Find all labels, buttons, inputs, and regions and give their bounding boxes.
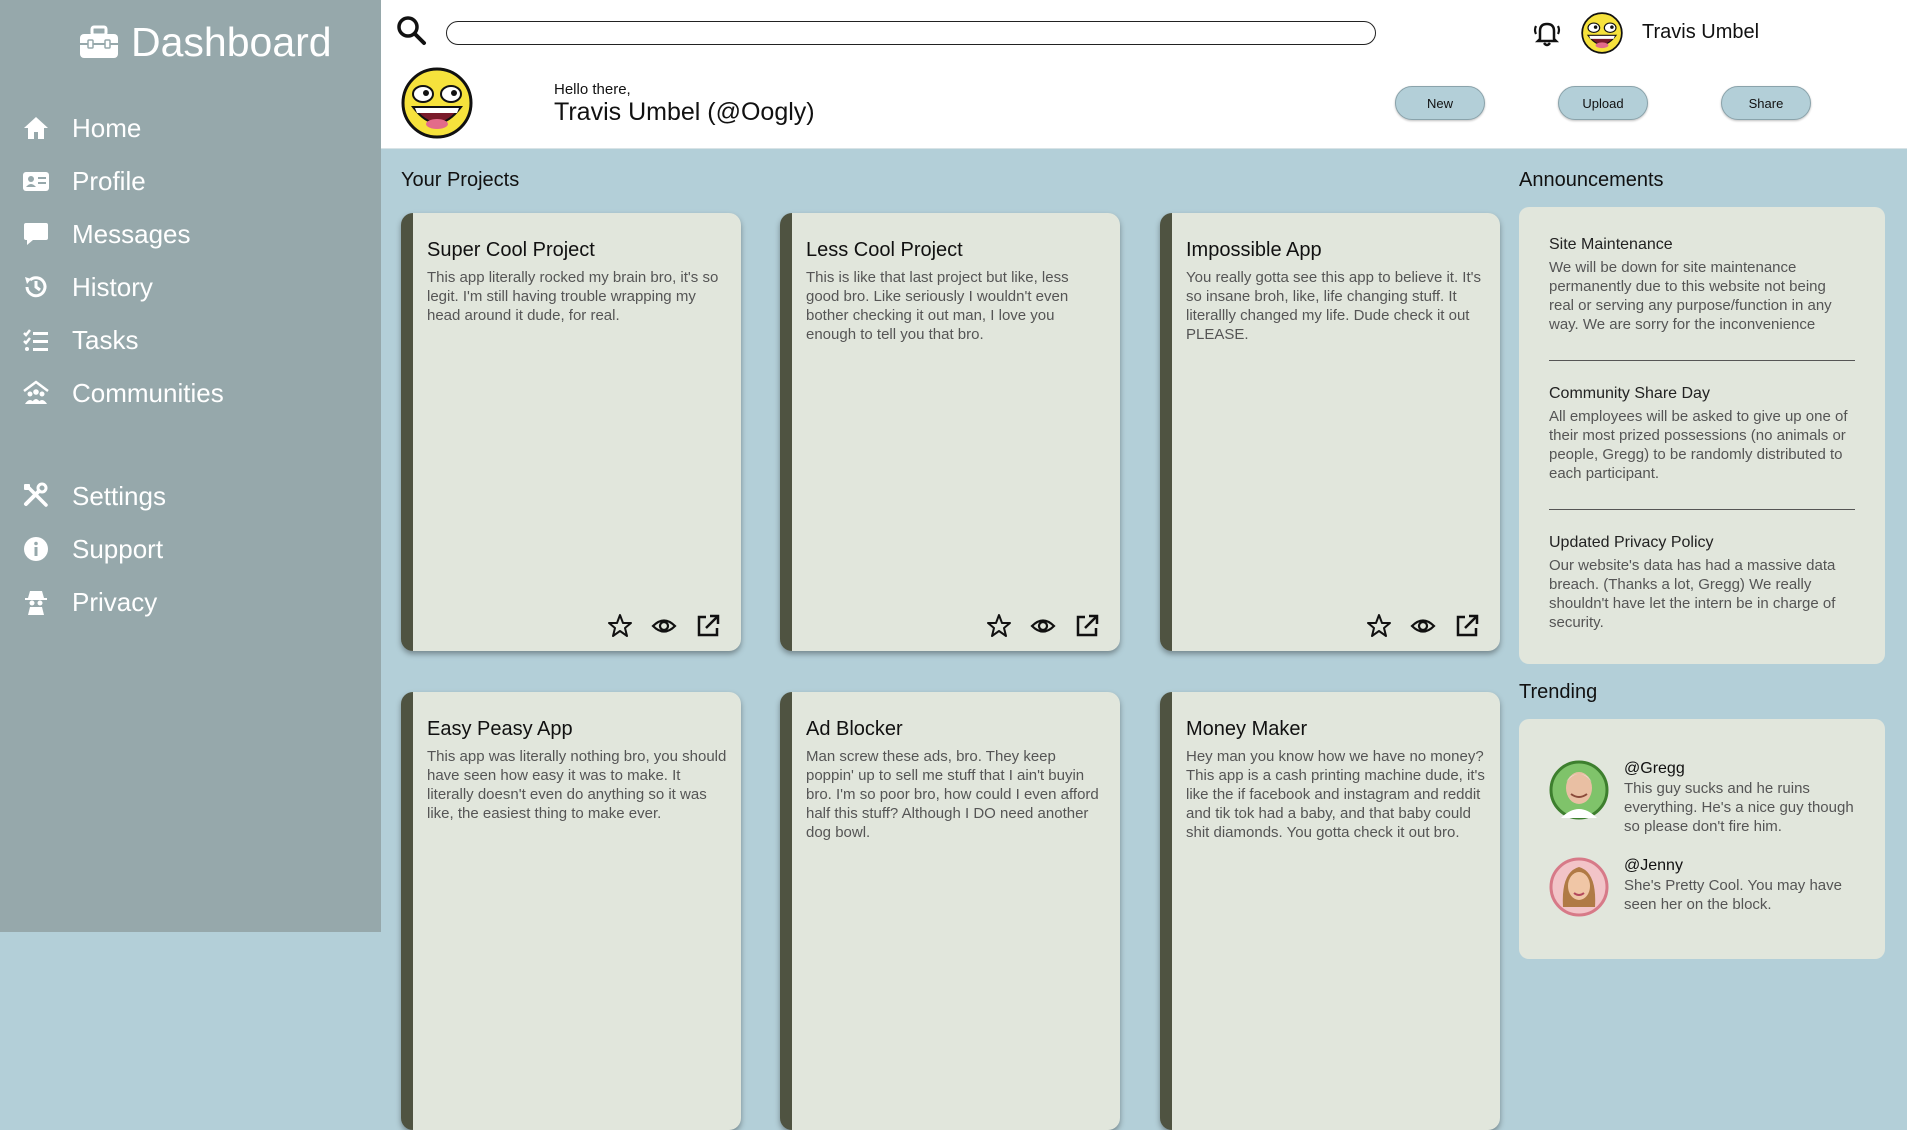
sidebar-item-label: History: [72, 271, 153, 302]
sidebar-item-label: Settings: [72, 480, 166, 511]
trending-panel: @Gregg This guy sucks and he ruins every…: [1519, 719, 1885, 959]
project-title: Less Cool Project: [806, 239, 963, 261]
search-icon[interactable]: [395, 14, 427, 46]
project-card[interactable]: Money Maker Hey man you know how we have…: [1160, 692, 1500, 1130]
project-card[interactable]: Super Cool Project This app literally ro…: [401, 213, 741, 651]
profile-avatar: [401, 67, 473, 139]
chat-bubble-icon: [24, 223, 48, 245]
announcement-item: Updated Privacy Policy Our website's dat…: [1549, 534, 1855, 632]
task-list-icon: [23, 329, 48, 351]
star-icon[interactable]: [1366, 613, 1392, 639]
project-description: Hey man you know how we have no money? T…: [1186, 748, 1485, 841]
project-card[interactable]: Ad Blocker Man screw these ads, bro. The…: [780, 692, 1120, 1130]
sidebar-item-profile[interactable]: Profile: [22, 163, 146, 199]
brand[interactable]: Dashboard: [79, 18, 332, 66]
sidebar-item-label: Communities: [72, 377, 224, 408]
sidebar-item-label: Tasks: [72, 324, 139, 355]
community-icon: [23, 380, 49, 404]
project-card[interactable]: Impossible App You really gotta see this…: [1160, 213, 1500, 651]
divider: [1549, 509, 1855, 510]
external-link-icon[interactable]: [1454, 613, 1480, 639]
announcement-title: Site Maintenance: [1549, 236, 1673, 253]
card-actions: [1366, 613, 1480, 639]
announcement-title: Community Share Day: [1549, 385, 1710, 402]
sidebar-item-tasks[interactable]: Tasks: [22, 322, 138, 358]
project-description: Man screw these ads, bro. They keep popp…: [806, 748, 1099, 841]
project-description: This app was literally nothing bro, you …: [427, 748, 727, 822]
brand-title: Dashboard: [131, 18, 332, 65]
announcement-title: Updated Privacy Policy: [1549, 534, 1714, 551]
announcements-panel: Site Maintenance We will be down for sit…: [1519, 207, 1885, 664]
project-title: Ad Blocker: [806, 718, 903, 740]
trending-handle[interactable]: @Jenny: [1624, 857, 1683, 875]
sidebar-item-label: Home: [72, 112, 142, 143]
card-actions: [607, 613, 721, 639]
avatar[interactable]: [1549, 760, 1609, 820]
announcement-body: Our website's data has had a massive dat…: [1549, 557, 1836, 631]
avatar[interactable]: [1581, 12, 1623, 54]
search-input[interactable]: [446, 21, 1376, 45]
sidebar-item-support[interactable]: Support: [22, 531, 163, 567]
toolbox-icon: [80, 25, 118, 58]
project-title: Impossible App: [1186, 239, 1322, 261]
trending-body: She's Pretty Cool. You may have seen her…: [1624, 877, 1842, 913]
greeting-text: Hello there,: [554, 81, 631, 98]
header: Travis Umbel Hello there, Travis Umbel (…: [381, 0, 1907, 149]
upload-button[interactable]: Upload: [1558, 86, 1648, 120]
sidebar-item-settings[interactable]: Settings: [22, 478, 166, 514]
external-link-icon[interactable]: [695, 613, 721, 639]
trending-body: This guy sucks and he ruins everything. …: [1624, 780, 1854, 835]
sidebar-item-privacy[interactable]: Privacy: [22, 584, 157, 620]
project-title: Money Maker: [1186, 718, 1308, 740]
announcements-heading: Announcements: [1519, 169, 1664, 191]
announcement-body: All employees will be asked to give up o…: [1549, 408, 1848, 482]
trending-item[interactable]: @Gregg This guy sucks and he ruins every…: [1549, 760, 1869, 840]
share-button[interactable]: Share: [1721, 86, 1811, 120]
history-icon: [25, 276, 47, 298]
sidebar-item-label: Profile: [72, 165, 146, 196]
project-card[interactable]: Less Cool Project This is like that last…: [780, 213, 1120, 651]
external-link-icon[interactable]: [1074, 613, 1100, 639]
header-username[interactable]: Travis Umbel: [1642, 21, 1759, 44]
divider: [1549, 360, 1855, 361]
bell-alert-icon[interactable]: [1531, 17, 1563, 49]
sidebar-item-communities[interactable]: Communities: [22, 375, 224, 411]
home-icon: [24, 117, 48, 139]
sidebar: Dashboard Home Profile Messages History …: [0, 0, 381, 932]
trending-item[interactable]: @Jenny She's Pretty Cool. You may have s…: [1549, 857, 1869, 937]
star-icon[interactable]: [986, 613, 1012, 639]
announcement-item: Site Maintenance We will be down for sit…: [1549, 236, 1855, 334]
avatar[interactable]: [1549, 857, 1609, 917]
tools-icon: [24, 482, 48, 507]
info-icon: [24, 537, 48, 561]
new-button[interactable]: New: [1395, 86, 1485, 120]
user-handle: Travis Umbel (@Oogly): [554, 98, 815, 126]
sidebar-item-history[interactable]: History: [22, 269, 153, 305]
announcement-item: Community Share Day All employees will b…: [1549, 385, 1855, 483]
trending-heading: Trending: [1519, 681, 1598, 703]
sidebar-item-messages[interactable]: Messages: [22, 216, 191, 252]
project-card[interactable]: Easy Peasy App This app was literally no…: [401, 692, 741, 1130]
id-card-icon: [23, 172, 49, 191]
project-description: You really gotta see this app to believe…: [1186, 269, 1481, 343]
projects-heading: Your Projects: [401, 169, 520, 191]
star-icon[interactable]: [607, 613, 633, 639]
sidebar-item-home[interactable]: Home: [22, 110, 141, 146]
trending-handle[interactable]: @Gregg: [1624, 760, 1685, 778]
project-description: This app literally rocked my brain bro, …: [427, 269, 719, 324]
project-description: This is like that last project but like,…: [806, 269, 1069, 343]
spy-icon: [25, 591, 47, 615]
sidebar-item-label: Messages: [72, 218, 191, 249]
project-title: Easy Peasy App: [427, 718, 573, 740]
card-actions: [986, 613, 1100, 639]
sidebar-item-label: Privacy: [72, 586, 158, 617]
eye-icon[interactable]: [1030, 613, 1056, 639]
sidebar-item-label: Support: [72, 533, 164, 564]
project-title: Super Cool Project: [427, 239, 595, 261]
eye-icon[interactable]: [1410, 613, 1436, 639]
eye-icon[interactable]: [651, 613, 677, 639]
announcement-body: We will be down for site maintenance per…: [1549, 259, 1832, 333]
